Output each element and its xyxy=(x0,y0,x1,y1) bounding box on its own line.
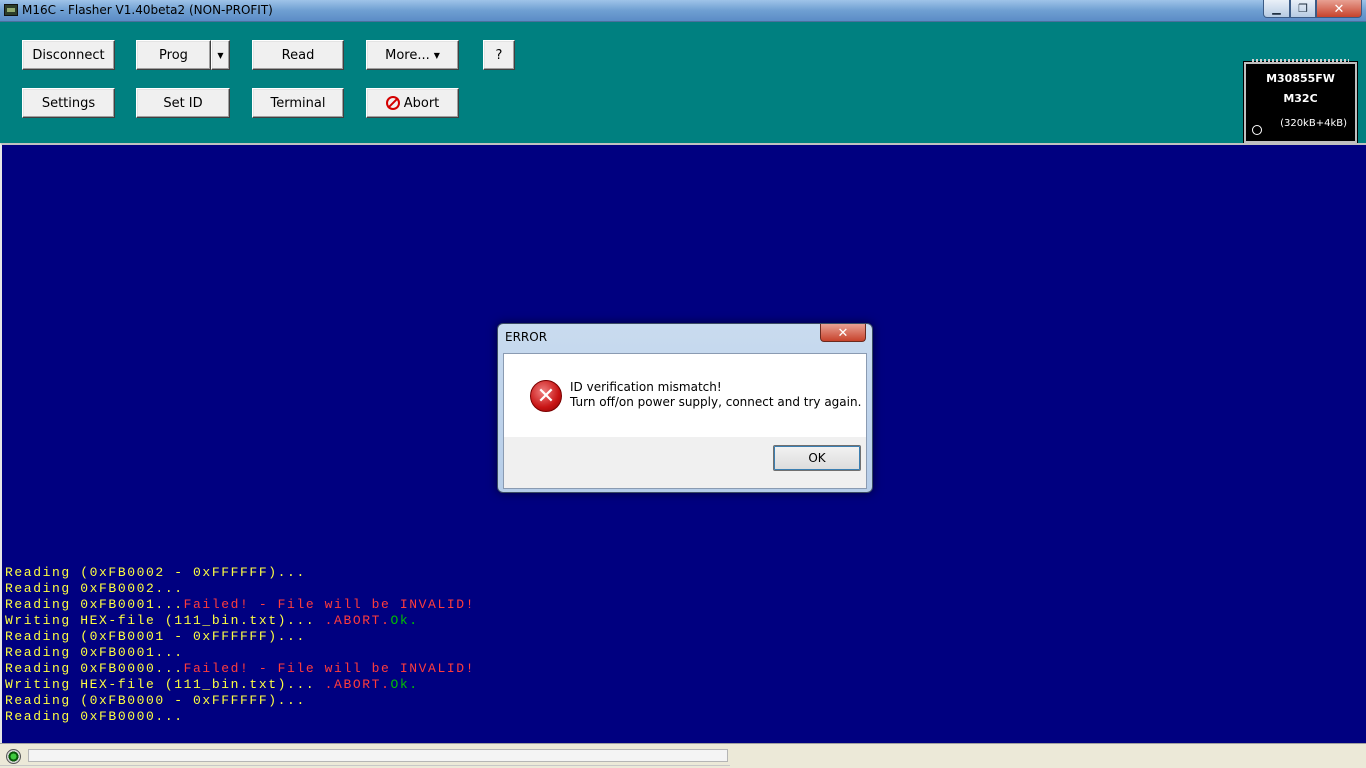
log-segment: Reading (0xFB0001 - 0xFFFFFF)... xyxy=(5,629,306,644)
log-line: Reading (0xFB0002 - 0xFFFFFF)... xyxy=(5,565,475,581)
log-segment: Reading 0xFB0002... xyxy=(5,581,184,596)
chevron-down-icon: ▼ xyxy=(217,50,224,60)
read-button[interactable]: Read xyxy=(252,40,344,70)
log-segment: Writing HEX-file (111_bin.txt)... xyxy=(5,677,325,692)
log-segment: .ABORT. xyxy=(324,677,391,692)
chip-pin1-marker xyxy=(1252,125,1262,135)
dialog-body: ✕ ID verification mismatch! Turn off/on … xyxy=(503,353,867,438)
read-label: Read xyxy=(281,47,315,63)
error-icon: ✕ xyxy=(530,380,562,412)
toolbar: Disconnect Prog ▼ Read More... ▼ ? Setti… xyxy=(0,22,1366,146)
disconnect-button[interactable]: Disconnect xyxy=(22,40,115,70)
chip-indicator: M30855FW M32C (320kB+4kB) xyxy=(1244,59,1357,146)
maximize-button[interactable]: ❐ xyxy=(1290,0,1316,18)
connection-status-icon xyxy=(6,749,21,764)
settings-button[interactable]: Settings xyxy=(22,88,115,118)
status-bar xyxy=(0,743,1366,768)
prog-button[interactable]: Prog xyxy=(136,40,211,70)
dialog-message: ID verification mismatch! Turn off/on po… xyxy=(570,380,861,410)
window-title: M16C - Flasher V1.40beta2 (NON-PROFIT) xyxy=(22,3,273,17)
log-line: Reading 0xFB0001... xyxy=(5,645,475,661)
log-line: Reading 0xFB0000...Failed! - File will b… xyxy=(5,661,475,677)
chip-memory: (320kB+4kB) xyxy=(1280,118,1347,129)
chevron-down-icon: ▼ xyxy=(433,50,440,60)
log-line: Reading (0xFB0001 - 0xFFFFFF)... xyxy=(5,629,475,645)
log-segment: Writing HEX-file (111_bin.txt)... xyxy=(5,613,325,628)
log-segment: Ok. xyxy=(390,613,419,628)
progress-bar xyxy=(28,749,728,762)
set-id-label: Set ID xyxy=(163,95,203,111)
chip-pins-top xyxy=(1252,59,1349,62)
close-button[interactable]: ✕ xyxy=(1316,0,1362,18)
log-line: Reading (0xFB0000 - 0xFFFFFF)... xyxy=(5,693,475,709)
log-lines: Reading (0xFB0002 - 0xFFFFFF)... Reading … xyxy=(5,565,475,725)
log-segment: Reading 0xFB0001... xyxy=(5,597,184,612)
log-line: Reading 0xFB0000... xyxy=(5,709,475,725)
settings-label: Settings xyxy=(41,95,96,111)
minimize-icon: ▁ xyxy=(1272,3,1281,15)
restore-icon: ❐ xyxy=(1298,3,1308,15)
log-line: Reading 0xFB0002... xyxy=(5,581,475,597)
close-icon: ✕ xyxy=(837,324,849,340)
error-dialog: ERROR ✕ ✕ ID verification mismatch! Turn… xyxy=(497,323,873,493)
abort-label: Abort xyxy=(403,95,440,111)
dialog-footer: OK xyxy=(503,437,867,489)
log-segment: Reading 0xFB0001... xyxy=(5,645,184,660)
chip-part-number: M30855FW xyxy=(1266,72,1335,85)
log-segment: Reading 0xFB0000... xyxy=(5,661,184,676)
abort-icon xyxy=(385,96,400,110)
log-segment: .ABORT. xyxy=(324,613,391,628)
set-id-button[interactable]: Set ID xyxy=(136,88,230,118)
terminal-label: Terminal xyxy=(270,95,326,111)
log-segment: Failed! - File will be INVALID! xyxy=(183,661,476,676)
dialog-close-button[interactable]: ✕ xyxy=(820,324,866,342)
help-button[interactable]: ? xyxy=(483,40,515,70)
dialog-message-line2: Turn off/on power supply, connect and tr… xyxy=(570,395,862,409)
ok-button[interactable]: OK xyxy=(773,445,861,471)
error-x-glyph: ✕ xyxy=(536,383,556,408)
more-button[interactable]: More... ▼ xyxy=(366,40,459,70)
dialog-title: ERROR xyxy=(505,330,548,344)
prog-dropdown-button[interactable]: ▼ xyxy=(211,40,230,70)
window-controls: ▁ ❐ ✕ xyxy=(1263,0,1362,18)
log-line: Reading 0xFB0001...Failed! - File will b… xyxy=(5,597,475,613)
log-line: Writing HEX-file (111_bin.txt)... .ABORT… xyxy=(5,677,475,693)
app-chip-icon xyxy=(4,4,18,16)
log-segment: Reading (0xFB0002 - 0xFFFFFF)... xyxy=(5,565,306,580)
log-segment: Reading (0xFB0000 - 0xFFFFFF)... xyxy=(5,693,306,708)
dialog-message-line1: ID verification mismatch! xyxy=(570,380,722,394)
terminal-button[interactable]: Terminal xyxy=(252,88,344,118)
minimize-button[interactable]: ▁ xyxy=(1263,0,1290,18)
ok-label: OK xyxy=(808,451,826,465)
close-icon: ✕ xyxy=(1333,0,1345,16)
log-line: Writing HEX-file (111_bin.txt)... .ABORT… xyxy=(5,613,475,629)
log-segment: Ok. xyxy=(390,677,419,692)
log-segment: Failed! - File will be INVALID! xyxy=(183,597,476,612)
prog-label: Prog xyxy=(159,47,188,63)
chip-family: M32C xyxy=(1283,92,1318,105)
log-segment: Reading 0xFB0000... xyxy=(5,709,184,724)
title-bar: M16C - Flasher V1.40beta2 (NON-PROFIT) ▁… xyxy=(0,0,1366,22)
more-label: More... xyxy=(385,47,430,63)
disconnect-label: Disconnect xyxy=(32,47,105,63)
help-label: ? xyxy=(495,47,503,63)
abort-button[interactable]: Abort xyxy=(366,88,459,118)
